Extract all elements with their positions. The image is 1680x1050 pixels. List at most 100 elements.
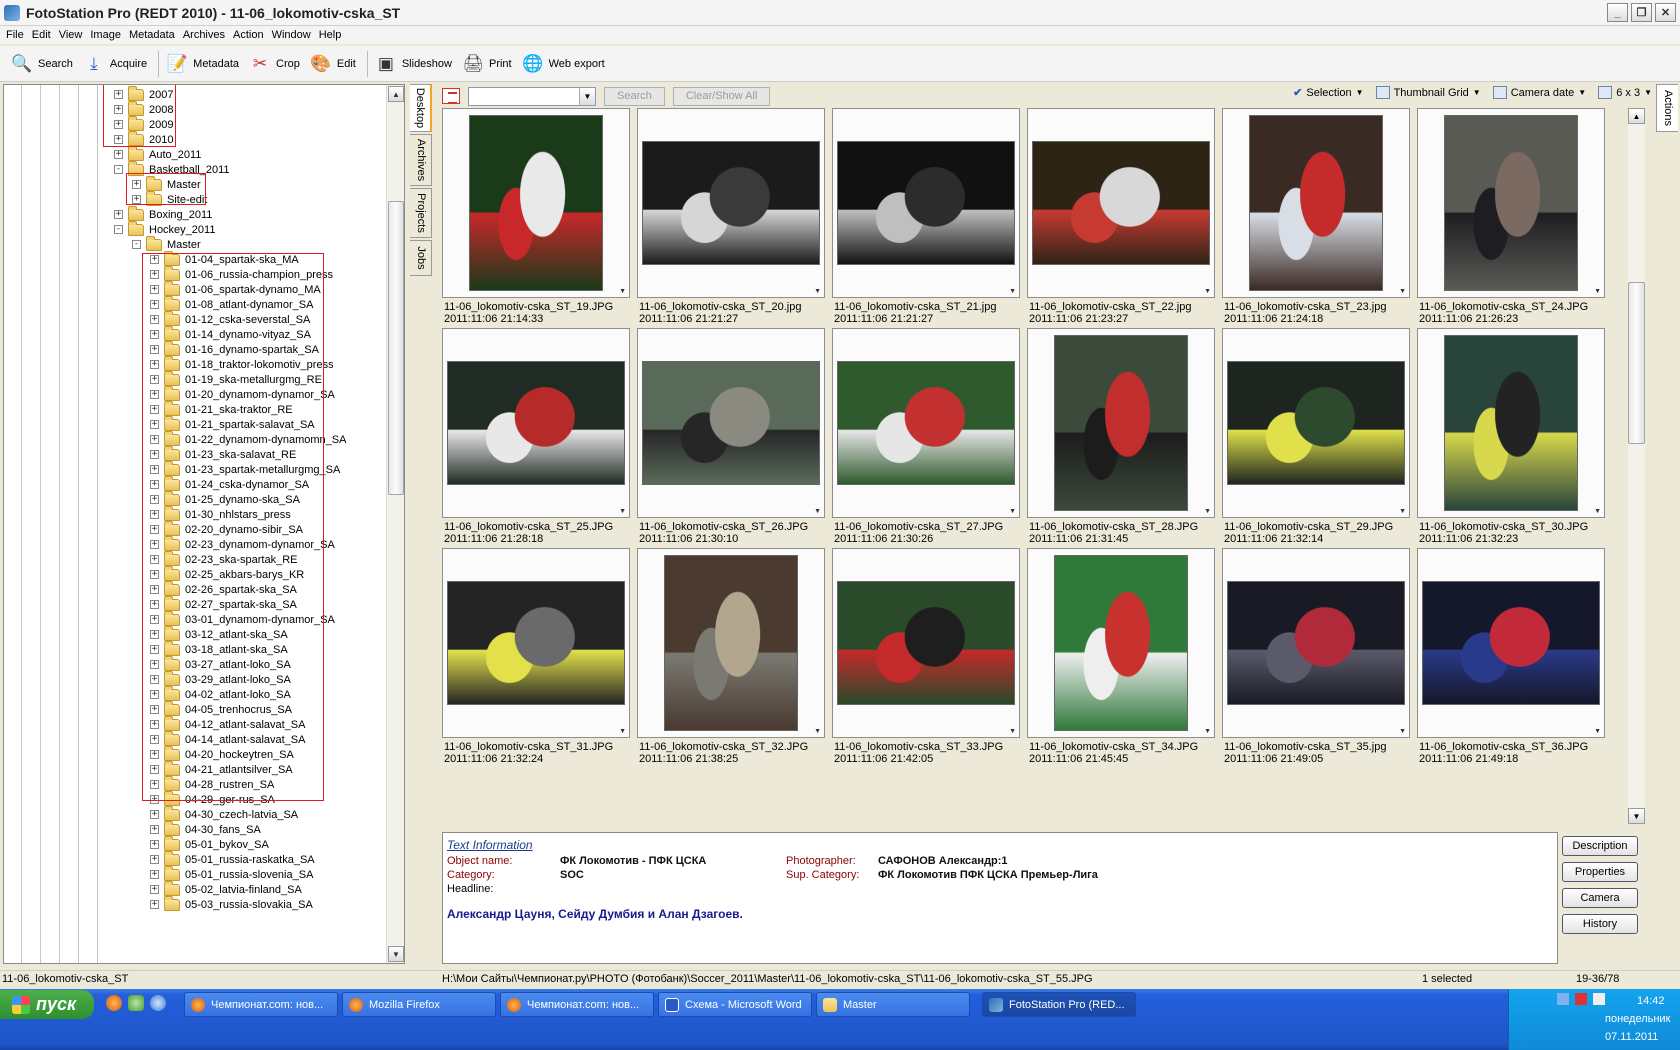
expand-toggle[interactable]: + [150, 495, 159, 504]
scroll-down-arrow[interactable]: ▼ [1628, 808, 1645, 824]
expand-toggle[interactable]: + [150, 615, 159, 624]
scroll-thumb[interactable] [388, 201, 404, 495]
edit-button[interactable]: 🎨 Edit [307, 49, 363, 79]
print-button[interactable]: 🖨 Print [459, 49, 519, 79]
minimize-button[interactable]: _ [1607, 3, 1628, 22]
expand-toggle[interactable]: + [150, 660, 159, 669]
expand-toggle[interactable]: + [150, 315, 159, 324]
expand-toggle[interactable]: + [150, 765, 159, 774]
collapse-toggle[interactable]: - [132, 240, 141, 249]
tree-folder-item[interactable]: - Master [132, 235, 201, 252]
tree-folder-item[interactable]: +04-02_atlant-loko_SA [150, 685, 291, 702]
tree-folder-item[interactable]: + Master [132, 175, 201, 192]
scroll-up-arrow[interactable]: ▲ [388, 86, 404, 102]
slideshow-button[interactable]: ▣ Slideshow [372, 49, 459, 79]
thumbnail-frame[interactable]: ▼ [442, 548, 630, 738]
thumbnail-menu-icon[interactable]: ▼ [1399, 288, 1406, 295]
thumbnail-item[interactable]: ▼ 11-06_lokomotiv-cska_ST_25.JPG 2011:11:0… [442, 328, 630, 546]
thumbnail-frame[interactable]: ▼ [832, 328, 1020, 518]
thumbnail-item[interactable]: ▼ 11-06_lokomotiv-cska_ST_22.jpg 2011:11:0… [1027, 108, 1215, 326]
thumbnail-item[interactable]: ▼ 11-06_lokomotiv-cska_ST_28.JPG 2011:11:0… [1027, 328, 1215, 546]
tree-folder-item[interactable]: +02-23_dynamom-dynamor_SA [150, 535, 335, 552]
expand-toggle[interactable]: + [150, 795, 159, 804]
tree-folder-item[interactable]: +01-14_dynamo-vityaz_SA [150, 325, 311, 342]
web-export-button[interactable]: 🌐 Web export [519, 49, 612, 79]
firefox-quicklaunch-icon[interactable] [106, 995, 122, 1011]
menu-help[interactable]: Help [317, 29, 348, 41]
expand-toggle[interactable]: + [150, 645, 159, 654]
close-button[interactable]: ✕ [1655, 3, 1676, 22]
expand-toggle[interactable]: + [150, 900, 159, 909]
tree-folder-item[interactable]: +02-23_ska-spartak_RE [150, 550, 298, 567]
thumbnail-menu-icon[interactable]: ▼ [1399, 508, 1406, 515]
task-master-folder[interactable]: Master [816, 992, 970, 1017]
tree-folder-item[interactable]: +04-30_fans_SA [150, 820, 261, 837]
tree-folder-item[interactable]: +03-01_dynamom-dynamor_SA [150, 610, 335, 627]
thumbnail-frame[interactable]: ▼ [1417, 548, 1605, 738]
expand-toggle[interactable]: + [150, 570, 159, 579]
thumbnail-item[interactable]: ▼ 11-06_lokomotiv-cska_ST_34.JPG 2011:11:0… [1027, 548, 1215, 766]
thumbnail-frame[interactable]: ▼ [1027, 328, 1215, 518]
expand-toggle[interactable]: + [150, 420, 159, 429]
tree-folder-item[interactable]: +2009 [114, 115, 173, 132]
expand-toggle[interactable]: + [150, 825, 159, 834]
expand-toggle[interactable]: + [150, 525, 159, 534]
tree-folder-item[interactable]: +01-16_dynamo-spartak_SA [150, 340, 319, 357]
photo-thumbnail[interactable] [1249, 115, 1383, 291]
photo-thumbnail[interactable] [469, 115, 603, 291]
tab-actions[interactable]: Actions [1656, 84, 1678, 132]
tree-folder-item[interactable]: - Basketball_2011 [114, 160, 230, 177]
tree-folder-item[interactable]: +02-27_spartak-ska_SA [150, 595, 297, 612]
thumbnail-item[interactable]: ▼ 11-06_lokomotiv-cska_ST_31.JPG 2011:11:0… [442, 548, 630, 766]
thumbnail-menu-icon[interactable]: ▼ [1204, 508, 1211, 515]
tree-folder-item[interactable]: +04-21_atlantsilver_SA [150, 760, 293, 777]
expand-toggle[interactable]: + [150, 270, 159, 279]
photo-thumbnail[interactable] [837, 581, 1015, 705]
thumbnail-item[interactable]: ▼ 11-06_lokomotiv-cska_ST_30.JPG 2011:11:0… [1417, 328, 1605, 546]
thumbnail-frame[interactable]: ▼ [442, 328, 630, 518]
task-championat-2[interactable]: Чемпионат.com: нов... [500, 992, 654, 1017]
expand-toggle[interactable]: + [150, 480, 159, 489]
tree-folder-item[interactable]: +04-30_czech-latvia_SA [150, 805, 298, 822]
photo-thumbnail[interactable] [642, 141, 820, 265]
task-firefox[interactable]: Mozilla Firefox [342, 992, 496, 1017]
thumbnail-grid-dropdown[interactable]: Thumbnail Grid ▼ [1375, 86, 1481, 99]
thumbnail-menu-icon[interactable]: ▼ [1594, 728, 1601, 735]
chevron-down-icon[interactable]: ▼ [579, 87, 595, 105]
expand-toggle[interactable]: + [150, 600, 159, 609]
thumbnail-frame[interactable]: ▼ [637, 548, 825, 738]
tree-folder-item[interactable]: +01-24_cska-dynamor_SA [150, 475, 309, 492]
thumbnail-frame[interactable]: ▼ [1417, 108, 1605, 298]
menu-image[interactable]: Image [88, 29, 127, 41]
tree-folder-item[interactable]: + Boxing_2011 [114, 205, 212, 222]
tree-folder-item[interactable]: +01-21_spartak-salavat_SA [150, 415, 315, 432]
expand-toggle[interactable]: + [132, 195, 141, 204]
thumbnail-item[interactable]: ▼ 11-06_lokomotiv-cska_ST_35.jpg 2011:11:0… [1222, 548, 1410, 766]
thumbnail-item[interactable]: ▼ 11-06_lokomotiv-cska_ST_26.JPG 2011:11:0… [637, 328, 825, 546]
tree-folder-item[interactable]: +04-14_atlant-salavat_SA [150, 730, 305, 747]
thumbnail-menu-icon[interactable]: ▼ [1594, 288, 1601, 295]
properties-button[interactable]: Properties [1562, 862, 1638, 882]
photo-thumbnail[interactable] [1227, 581, 1405, 705]
tree-folder-item[interactable]: +01-22_dynamom-dynamomn_SA [150, 430, 346, 447]
tree-scrollbar[interactable]: ▲ ▼ [386, 85, 404, 963]
restore-button[interactable]: ❐ [1631, 3, 1652, 22]
expand-toggle[interactable]: + [150, 735, 159, 744]
tree-folder-item[interactable]: +04-28_rustren_SA [150, 775, 274, 792]
tree-folder-item[interactable]: +2007 [114, 85, 173, 102]
expand-toggle[interactable]: + [150, 840, 159, 849]
menu-window[interactable]: Window [270, 29, 317, 41]
thumbnail-frame[interactable]: ▼ [637, 108, 825, 298]
expand-toggle[interactable]: + [150, 510, 159, 519]
tree-folder-item[interactable]: +01-06_spartak-dynamo_MA [150, 280, 321, 297]
photo-thumbnail[interactable] [837, 361, 1015, 485]
description-button[interactable]: Description [1562, 836, 1638, 856]
expand-toggle[interactable]: + [150, 855, 159, 864]
tab-archives[interactable]: Archives [410, 134, 432, 186]
expand-toggle[interactable]: + [150, 450, 159, 459]
expand-toggle[interactable]: + [150, 870, 159, 879]
tree-folder-item[interactable]: +01-06_russia-champion_press [150, 265, 333, 282]
expand-toggle[interactable]: + [150, 555, 159, 564]
tree-folder-item[interactable]: +05-02_latvia-finland_SA [150, 880, 302, 897]
tree-folder-item[interactable]: +01-23_ska-salavat_RE [150, 445, 296, 462]
